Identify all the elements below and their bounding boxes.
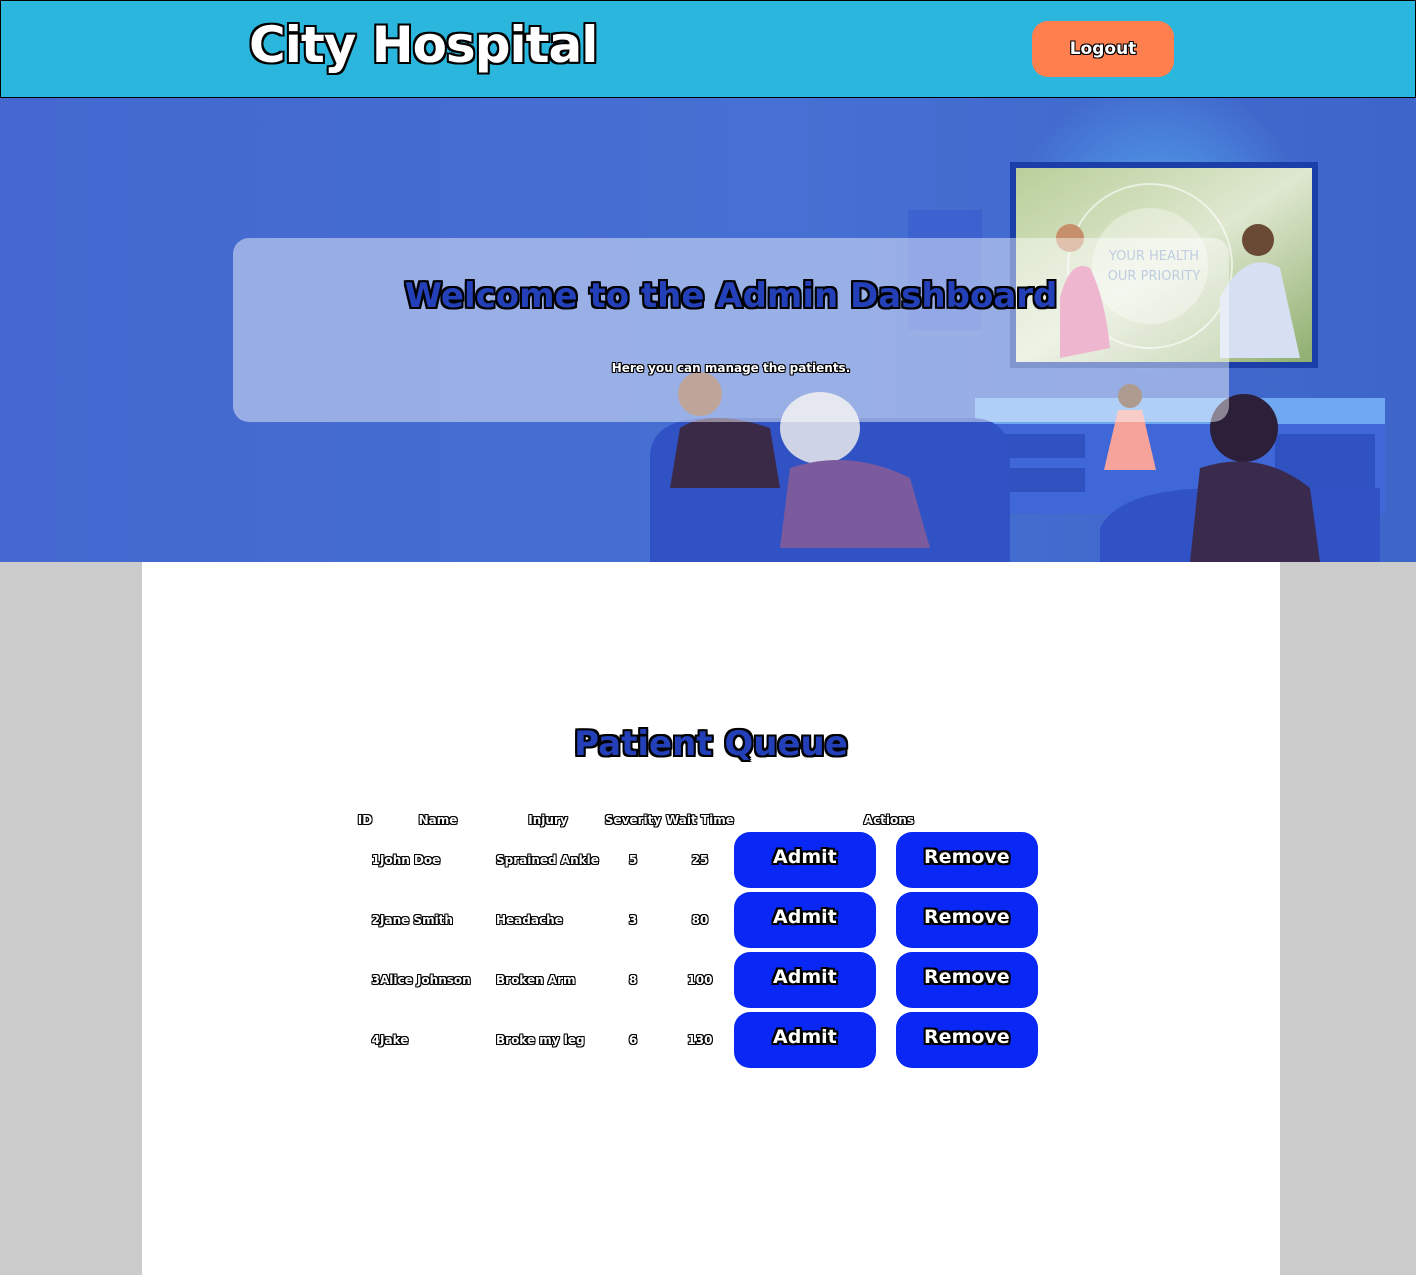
top-header: City Hospital Logout bbox=[0, 0, 1416, 99]
column-header-name: Name bbox=[418, 813, 458, 827]
cell-id: 1 bbox=[371, 853, 380, 867]
column-header-actions: Actions bbox=[863, 813, 914, 827]
cell-injury: Headache bbox=[496, 913, 563, 927]
patient-queue-table: ID Name Injury Severity Wait Time Action… bbox=[350, 810, 1044, 1070]
cell-name: Jane Smith bbox=[380, 913, 453, 927]
brand-title: City Hospital bbox=[249, 16, 598, 74]
column-header-severity: Severity bbox=[604, 813, 662, 827]
cell-actions: Admit Remove bbox=[733, 890, 1044, 950]
admit-button[interactable]: Admit bbox=[733, 952, 876, 1008]
admit-button[interactable]: Admit bbox=[733, 832, 876, 888]
column-header-injury: Injury bbox=[528, 813, 568, 827]
patient-queue-title: Patient Queue bbox=[574, 724, 848, 764]
cell-severity: 3 bbox=[628, 913, 638, 927]
table-row: 3 Alice Johnson Broken Arm 8 100 Admit R… bbox=[350, 950, 1044, 1010]
cell-id: 2 bbox=[371, 913, 380, 927]
cell-injury: Sprained Ankle bbox=[496, 853, 599, 867]
logout-button[interactable]: Logout bbox=[1032, 21, 1174, 77]
main-content: Patient Queue ID Name Injury Severity Wa… bbox=[142, 562, 1280, 1275]
remove-button[interactable]: Remove bbox=[895, 1012, 1038, 1068]
table-row: 2 Jane Smith Headache 3 80 Admit Remove bbox=[350, 890, 1044, 950]
cell-injury: Broke my leg bbox=[496, 1033, 585, 1047]
cell-wait-time: 100 bbox=[687, 973, 713, 987]
cell-wait-time: 130 bbox=[687, 1033, 713, 1047]
welcome-title: Welcome to the Admin Dashboard bbox=[404, 276, 1058, 316]
cell-name: John Doe bbox=[380, 853, 441, 867]
cell-id: 4 bbox=[371, 1033, 380, 1047]
cell-actions: Admit Remove bbox=[733, 1010, 1044, 1070]
cell-actions: Admit Remove bbox=[733, 830, 1044, 890]
table-row: 4 Jake Broke my leg 6 130 Admit Remove bbox=[350, 1010, 1044, 1070]
cell-wait-time: 25 bbox=[691, 853, 709, 867]
cell-wait-time: 80 bbox=[691, 913, 709, 927]
remove-button[interactable]: Remove bbox=[895, 892, 1038, 948]
cell-severity: 5 bbox=[628, 853, 638, 867]
remove-button[interactable]: Remove bbox=[895, 952, 1038, 1008]
cell-injury: Broken Arm bbox=[496, 973, 576, 987]
cell-name: Jake bbox=[380, 1033, 409, 1047]
cell-id: 3 bbox=[371, 973, 380, 987]
cell-severity: 6 bbox=[628, 1033, 638, 1047]
remove-button[interactable]: Remove bbox=[895, 832, 1038, 888]
cell-name: Alice Johnson bbox=[380, 973, 471, 987]
column-header-wait-time: Wait Time bbox=[666, 813, 734, 827]
admit-button[interactable]: Admit bbox=[733, 892, 876, 948]
table-row: 1 John Doe Sprained Ankle 5 25 Admit Rem… bbox=[350, 830, 1044, 890]
admit-button[interactable]: Admit bbox=[733, 1012, 876, 1068]
welcome-subtitle: Here you can manage the patients. bbox=[611, 361, 851, 375]
column-header-id: ID bbox=[357, 813, 373, 827]
cell-actions: Admit Remove bbox=[733, 950, 1044, 1010]
welcome-card: Welcome to the Admin Dashboard Here you … bbox=[233, 238, 1229, 422]
cell-severity: 8 bbox=[628, 973, 638, 987]
hero-banner: YOUR HEALTH OUR PRIORITY Welcome to the … bbox=[0, 98, 1416, 562]
table-header-row: ID Name Injury Severity Wait Time Action… bbox=[350, 810, 1044, 830]
